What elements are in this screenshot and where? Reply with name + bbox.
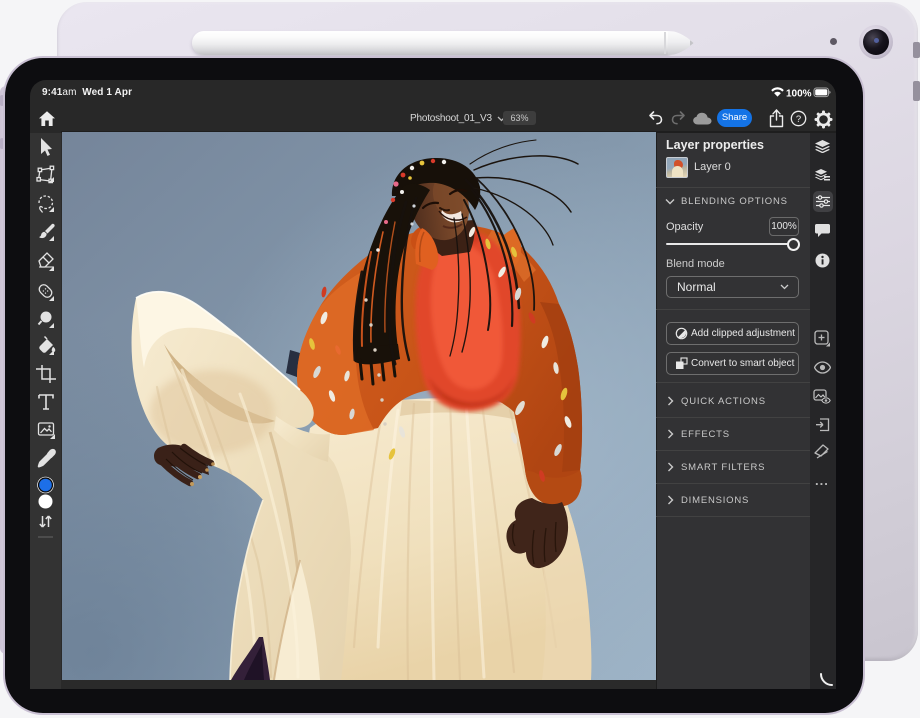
svg-text:100%: 100% — [786, 89, 812, 100]
svg-text:?: ? — [796, 114, 801, 125]
